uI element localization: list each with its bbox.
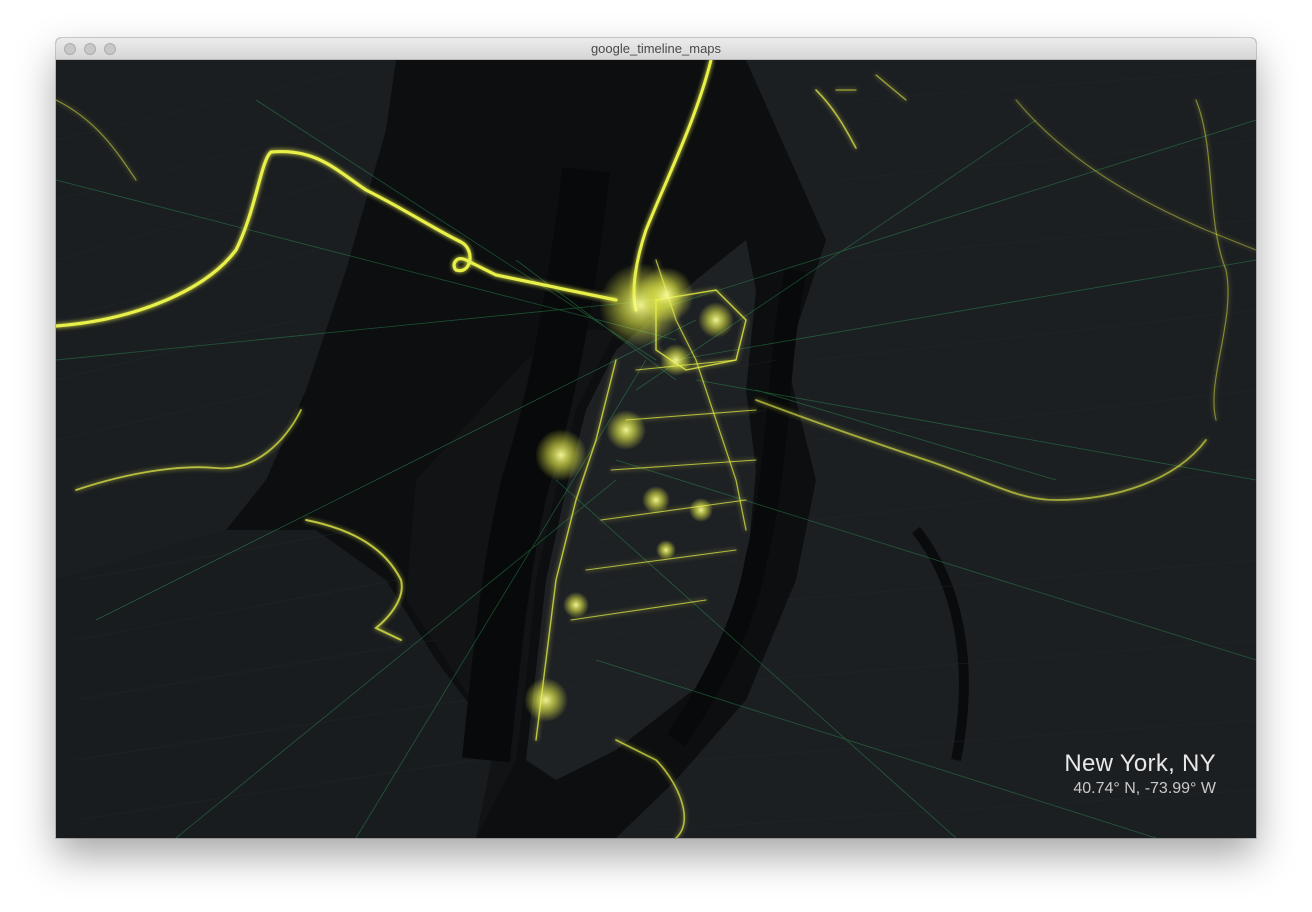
timeline-map[interactable]: New York, NY 40.74° N, -73.99° W — [56, 60, 1256, 838]
title-bar[interactable]: google_timeline_maps — [56, 38, 1256, 60]
app-window: google_timeline_maps New York, NY 40.74°… — [56, 38, 1256, 838]
location-name: New York, NY — [1064, 750, 1216, 777]
location-label: New York, NY 40.74° N, -73.99° W — [1064, 750, 1216, 798]
location-coordinates: 40.74° N, -73.99° W — [1073, 780, 1216, 797]
window-title: google_timeline_maps — [590, 41, 722, 56]
map-canvas — [56, 60, 1256, 838]
